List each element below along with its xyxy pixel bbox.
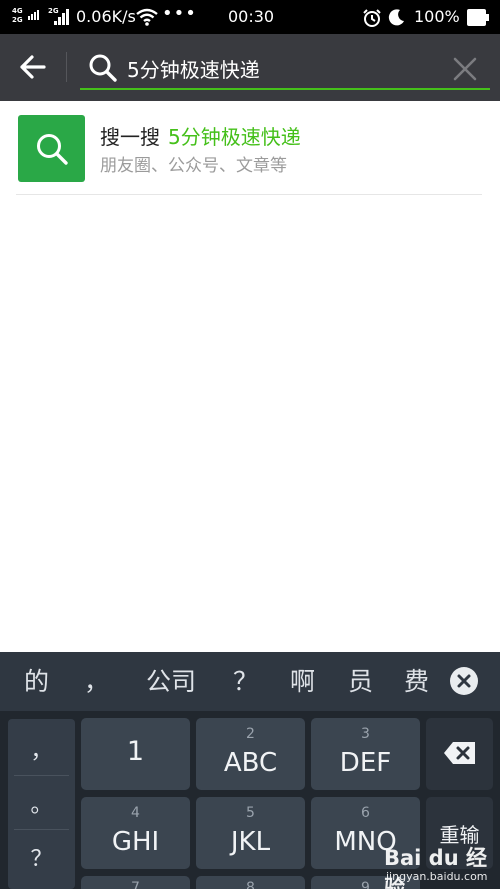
- symbol-key-comma[interactable]: ，: [8, 733, 75, 765]
- candidate-word[interactable]: 员: [348, 662, 373, 698]
- signal-strength-2-icon: [54, 9, 69, 25]
- key-abc[interactable]: 2 ABC: [196, 718, 305, 790]
- key-tuv[interactable]: 8: [196, 876, 305, 889]
- network-type-top: 4G: [12, 7, 23, 15]
- candidate-word[interactable]: 公司: [146, 662, 196, 698]
- symbol-column: ， 。 ？: [8, 719, 75, 889]
- baidu-jingyan-watermark: Bai du 经验 jingyan.baidu.com: [380, 840, 492, 889]
- search-tile: [18, 115, 85, 182]
- candidate-bar: 的 ， 公司 ？ 啊 员 费: [0, 652, 500, 711]
- key-def[interactable]: 3 DEF: [311, 718, 420, 790]
- key-pqrs[interactable]: 7: [81, 876, 190, 889]
- battery-level: 100%: [414, 7, 460, 26]
- alarm-icon: [363, 9, 381, 27]
- suggestion-title: 搜一搜 5分钟极速快递: [100, 121, 301, 150]
- header-divider: [66, 52, 67, 82]
- backspace-key[interactable]: [426, 718, 493, 790]
- divider: [14, 775, 69, 776]
- do-not-disturb-moon-icon: [388, 9, 404, 26]
- search-prefix: 搜一搜: [100, 125, 160, 149]
- key-ghi[interactable]: 4 GHI: [81, 797, 190, 869]
- collapse-keyboard-button[interactable]: [450, 667, 478, 695]
- clear-search-icon[interactable]: [452, 56, 478, 82]
- search-icon: [89, 54, 117, 82]
- candidate-word[interactable]: ？: [233, 662, 258, 698]
- search-query-text: 5分钟极速快递: [127, 58, 260, 82]
- candidate-word[interactable]: 啊: [290, 662, 315, 698]
- search-icon: [37, 134, 68, 165]
- key-1[interactable]: 1: [81, 718, 190, 790]
- highlighted-keyword: 5分钟极速快递: [168, 125, 301, 149]
- symbol-key-question[interactable]: ？: [8, 841, 75, 873]
- network-type-indicator: 4G 2G: [12, 7, 23, 25]
- symbol-key-period[interactable]: 。: [8, 787, 75, 819]
- candidate-word[interactable]: 费: [404, 662, 429, 698]
- key-jkl[interactable]: 5 JKL: [196, 797, 305, 869]
- search-input[interactable]: 5分钟极速快递: [80, 46, 490, 90]
- suggestion-subtitle: 朋友圈、公众号、文章等: [100, 156, 287, 176]
- divider: [14, 829, 69, 830]
- watermark-url: jingyan.baidu.com: [386, 870, 488, 883]
- network-type-bottom: 2G: [12, 16, 23, 24]
- network-speed: 0.06K/s: [76, 7, 136, 26]
- search-suggestion-row[interactable]: 搜一搜 5分钟极速快递 朋友圈、公众号、文章等: [16, 111, 482, 195]
- back-arrow-icon[interactable]: [14, 49, 54, 85]
- signal-strength-icon: [28, 10, 39, 20]
- close-icon: [457, 674, 471, 688]
- backspace-icon: [444, 742, 475, 764]
- candidate-word[interactable]: 的: [24, 662, 49, 698]
- search-header: 5分钟极速快递: [0, 34, 500, 101]
- wifi-icon: [136, 8, 158, 26]
- candidate-word[interactable]: ，: [84, 662, 109, 698]
- clock: 00:30: [228, 7, 275, 26]
- battery-icon: [467, 9, 489, 26]
- status-bar: 4G 2G 2G 0.06K/s ••• 00:30 100%: [0, 0, 500, 34]
- more-notifications-icon: •••: [162, 3, 197, 24]
